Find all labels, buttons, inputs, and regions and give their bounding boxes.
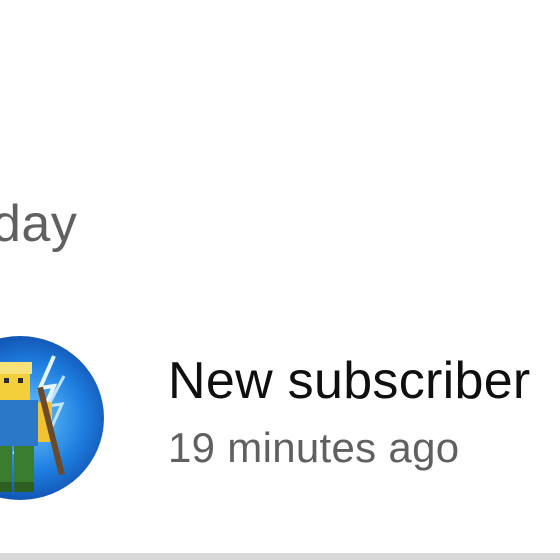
divider [0,553,560,560]
notification-title: New subscriber [168,352,531,410]
notification-timestamp: 19 minutes ago [168,424,460,471]
channel-avatar-icon[interactable] [0,336,104,500]
section-header: day [0,195,78,253]
notification-item[interactable]: New subscriber 19 minutes ago [0,330,560,500]
notifications-screen: day New subscriber 19 minutes ago [0,0,560,560]
